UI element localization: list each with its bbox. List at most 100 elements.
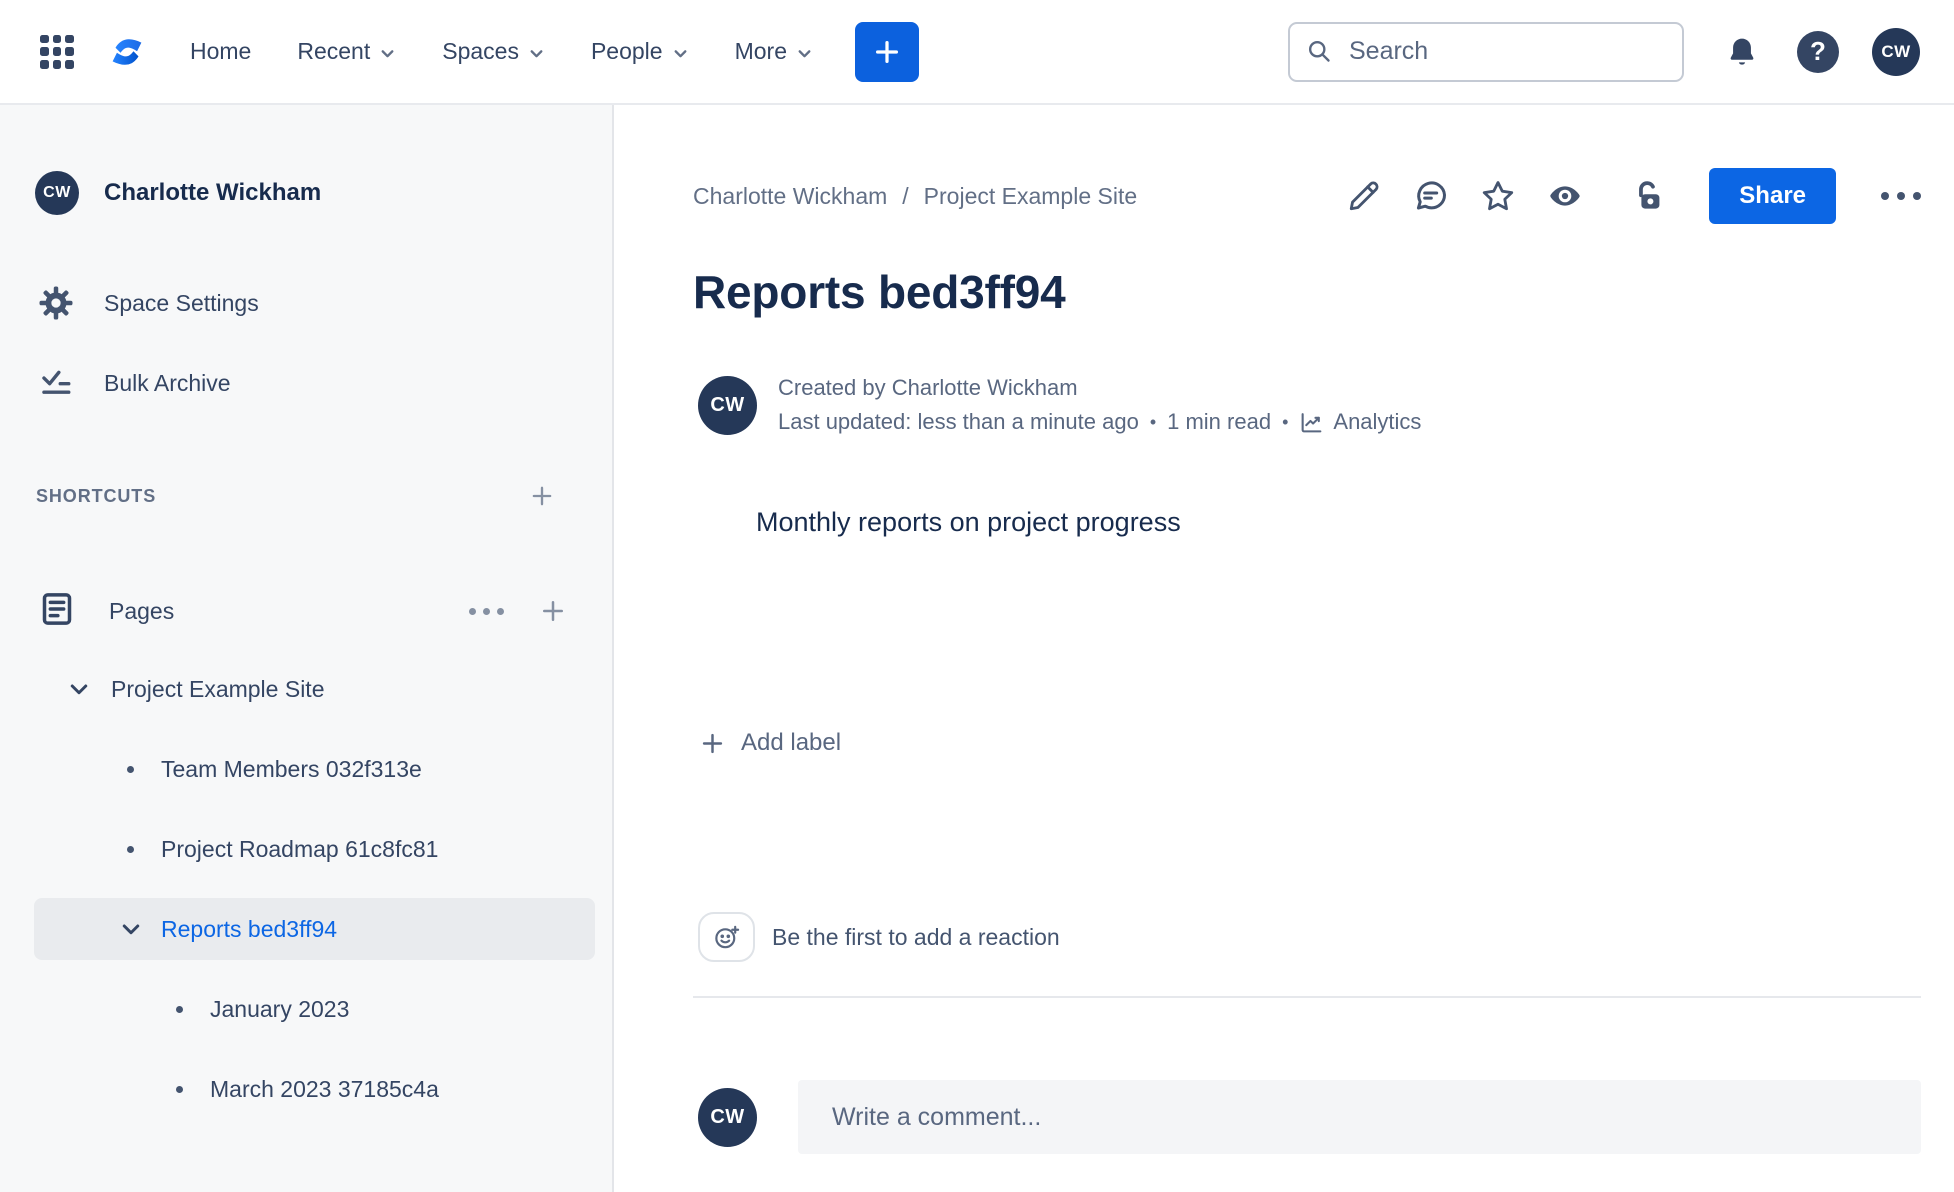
read-time-text: 1 min read: [1167, 409, 1272, 434]
tree-item-label: Project Roadmap 61c8fc81: [161, 835, 439, 862]
sidebar-item-space-settings[interactable]: Space Settings: [0, 277, 612, 329]
chevron-down-icon: [798, 49, 811, 57]
nav-recent-label: Recent: [297, 38, 371, 64]
star-button[interactable]: [1480, 178, 1516, 214]
tree-item-label: Project Example Site: [111, 675, 325, 702]
nav-people[interactable]: People: [591, 38, 689, 65]
page-header: Charlotte Wickham / Project Example Site: [693, 167, 1921, 225]
page-content: Charlotte Wickham / Project Example Site: [614, 105, 1954, 1192]
space-menu: Space Settings Bulk Archive: [0, 277, 612, 409]
plus-icon: [543, 601, 563, 621]
comments-button[interactable]: [1413, 178, 1449, 214]
tree-item-project-roadmap[interactable]: Project Roadmap 61c8fc81: [0, 809, 612, 889]
notifications-button[interactable]: [1720, 30, 1764, 74]
restrictions-button[interactable]: [1630, 178, 1666, 214]
bullet-icon: [167, 1005, 191, 1013]
unlock-icon: [1639, 181, 1660, 209]
chevron-down-icon[interactable]: [118, 917, 144, 941]
add-shortcut-button[interactable]: [528, 482, 556, 510]
tree-item-reports-selected[interactable]: Reports bed3ff94: [34, 898, 595, 960]
created-by-text: Created by Charlotte Wickham: [778, 375, 1078, 400]
comment-input[interactable]: Write a comment...: [798, 1080, 1921, 1154]
share-button[interactable]: Share: [1709, 168, 1836, 224]
nav-people-label: People: [590, 38, 663, 64]
primary-nav: Home Recent Spaces People More: [190, 38, 813, 65]
dot-separator: •: [1149, 412, 1157, 432]
plus-icon: [875, 40, 898, 63]
more-actions-button[interactable]: [1881, 192, 1921, 200]
user-avatar[interactable]: CW: [1872, 27, 1920, 76]
author-avatar[interactable]: CW: [698, 375, 757, 435]
app-switcher-icon[interactable]: [40, 34, 74, 69]
nav-home-label: Home: [190, 38, 252, 64]
eye-icon: [1550, 186, 1580, 206]
reaction-prompt: Be the first to add a reaction: [772, 923, 1060, 950]
question-mark-icon: ?: [1797, 30, 1839, 73]
add-reaction-button[interactable]: [698, 912, 755, 962]
confluence-logo-icon[interactable]: [104, 29, 150, 75]
page-title: Reports bed3ff94: [693, 266, 1066, 318]
nav-more[interactable]: More: [735, 38, 813, 65]
star-icon: [1483, 181, 1514, 211]
search-field[interactable]: [1288, 21, 1684, 82]
shortcuts-heading: SHORTCUTS: [36, 485, 157, 506]
pages-icon: [37, 589, 77, 634]
nav-spaces[interactable]: Spaces: [442, 38, 545, 65]
pencil-icon: [1350, 181, 1379, 211]
sidebar-item-bulk-archive[interactable]: Bulk Archive: [0, 357, 612, 409]
plus-icon: [532, 486, 552, 506]
comment-composer: CW Write a comment...: [693, 1080, 1921, 1154]
tree-item-label: March 2023 37185c4a: [210, 1075, 439, 1102]
bell-icon: [1730, 38, 1754, 65]
tree-item-march-2023[interactable]: March 2023 37185c4a: [0, 1049, 612, 1129]
chevron-down-icon[interactable]: [66, 677, 92, 701]
checklist-icon: [38, 366, 74, 400]
search-input[interactable]: [1349, 37, 1671, 66]
comment-bubble-icon: [1417, 181, 1447, 210]
add-page-button[interactable]: [538, 596, 568, 626]
page-body-paragraph: Monthly reports on project progress: [756, 507, 1181, 537]
bullet-icon: [118, 845, 142, 853]
tree-item-january-2023[interactable]: January 2023: [0, 969, 612, 1049]
gear-icon: [38, 285, 74, 321]
pages-section-header[interactable]: Pages: [0, 587, 612, 635]
sidebar-item-label: Space Settings: [104, 289, 259, 316]
sidebar-item-label: Bulk Archive: [104, 369, 231, 396]
breadcrumb-space-owner[interactable]: Charlotte Wickham: [693, 183, 887, 210]
nav-recent[interactable]: Recent: [297, 38, 396, 65]
analytics-link[interactable]: Analytics: [1299, 405, 1421, 439]
last-updated-text[interactable]: Last updated: less than a minute ago: [778, 405, 1139, 439]
space-avatar: CW: [35, 171, 79, 215]
breadcrumb-space[interactable]: Project Example Site: [924, 183, 1137, 210]
tree-item-team-members[interactable]: Team Members 032f313e: [0, 729, 612, 809]
chevron-down-icon: [674, 49, 687, 57]
watch-button[interactable]: [1547, 178, 1583, 214]
nav-spaces-label: Spaces: [442, 38, 519, 64]
tree-item-label: January 2023: [210, 995, 350, 1022]
create-button[interactable]: [854, 21, 919, 82]
tree-item-label: Reports bed3ff94: [161, 915, 338, 942]
pages-more-button[interactable]: [469, 607, 504, 615]
space-sidebar: CW Charlotte Wickham Space Settings Bulk…: [0, 105, 614, 1192]
top-navigation: Home Recent Spaces People More Search ? …: [0, 0, 1954, 105]
bullet-icon: [167, 1085, 191, 1093]
byline: CW Created by Charlotte Wickham Last upd…: [693, 371, 1921, 439]
space-name: Charlotte Wickham: [104, 179, 322, 206]
page-tree: Project Example Site Team Members 032f31…: [0, 649, 612, 1129]
add-label-button[interactable]: Add label: [699, 726, 841, 760]
smiley-add-icon: [715, 925, 740, 948]
analytics-label: Analytics: [1333, 409, 1422, 434]
add-label-text: Add label: [741, 729, 842, 756]
shortcuts-section-header: SHORTCUTS: [0, 481, 612, 511]
help-button[interactable]: ?: [1796, 30, 1840, 74]
nav-home[interactable]: Home: [190, 38, 251, 65]
edit-button[interactable]: [1346, 178, 1382, 214]
tree-item-project-example-site[interactable]: Project Example Site: [0, 649, 612, 729]
pages-heading: Pages: [109, 597, 175, 624]
section-divider: [693, 996, 1921, 998]
commenter-avatar: CW: [698, 1087, 757, 1147]
dot-separator: •: [1282, 412, 1289, 432]
confluence-app: Home Recent Spaces People More Search ? …: [0, 0, 1954, 1192]
space-header[interactable]: CW Charlotte Wickham: [35, 171, 612, 215]
page-actions: Share: [1346, 168, 1921, 224]
